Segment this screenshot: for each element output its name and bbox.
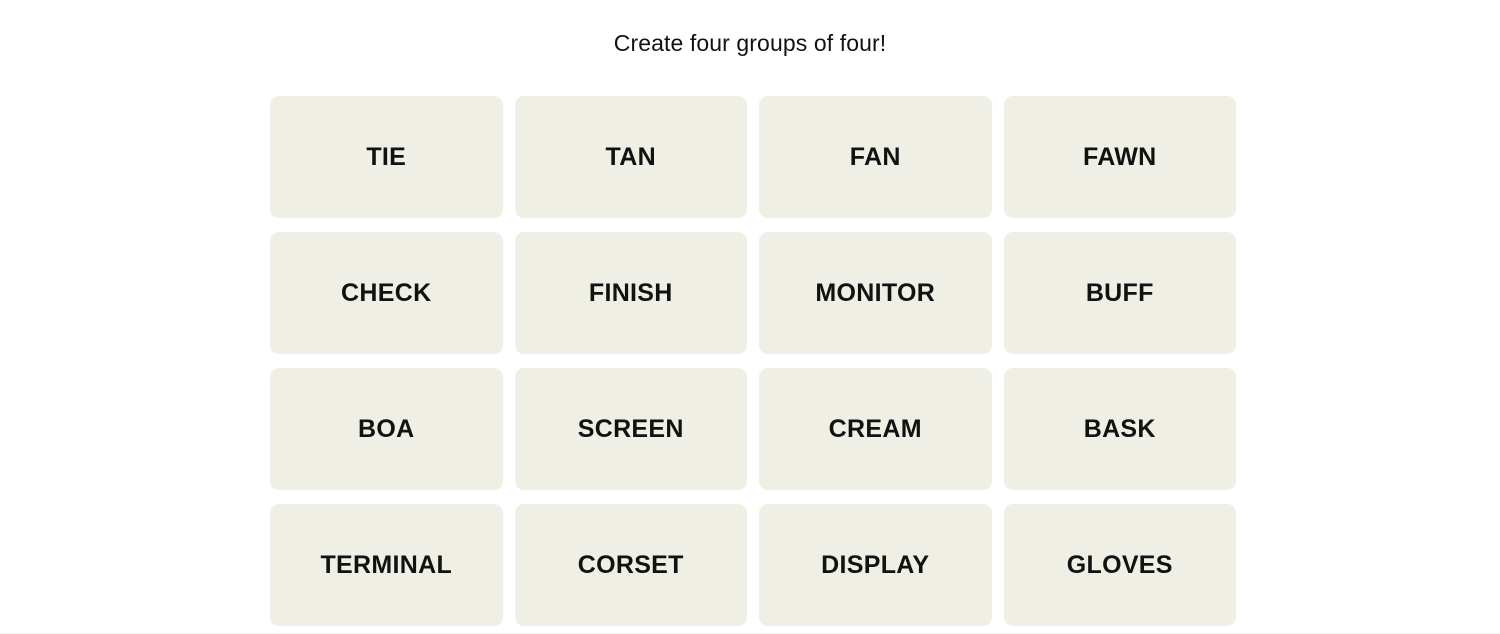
word-tile[interactable]: GLOVES — [1003, 504, 1236, 626]
word-tile-label: FAN — [849, 142, 901, 171]
word-tile[interactable]: TAN — [514, 96, 747, 218]
word-tile[interactable]: FINISH — [514, 232, 747, 354]
word-tile-label: MONITOR — [815, 278, 936, 307]
word-tile[interactable]: CHECK — [270, 232, 503, 354]
word-tile[interactable]: CREAM — [759, 368, 992, 490]
word-tile-label: BASK — [1083, 414, 1156, 443]
word-tile-label: BOA — [358, 414, 415, 443]
word-tile[interactable]: TIE — [270, 96, 503, 218]
word-tile[interactable]: BUFF — [1003, 232, 1236, 354]
word-tile-label: BUFF — [1085, 278, 1154, 307]
word-tile[interactable]: SCREEN — [514, 368, 747, 490]
word-tile[interactable]: MONITOR — [759, 232, 992, 354]
word-grid: TIE TAN FAN FAWN CHECK FINISH MONITOR BU… — [270, 96, 1236, 626]
word-tile-label: SCREEN — [577, 414, 684, 443]
word-tile[interactable]: DISPLAY — [759, 504, 992, 626]
word-tile[interactable]: CORSET — [514, 504, 747, 626]
word-tile-label: TAN — [605, 142, 656, 171]
word-tile[interactable]: TERMINAL — [270, 504, 503, 626]
connections-game: Create four groups of four! TIE TAN FAN … — [0, 0, 1500, 634]
word-tile-label: CREAM — [828, 414, 922, 443]
word-tile-label: GLOVES — [1066, 550, 1173, 579]
word-tile-label: CHECK — [341, 278, 432, 307]
word-tile-label: DISPLAY — [821, 550, 930, 579]
word-tile-label: TERMINAL — [320, 550, 453, 579]
word-tile-label: FAWN — [1083, 142, 1157, 171]
instruction-text: Create four groups of four! — [613, 30, 887, 56]
word-tile-label: FINISH — [588, 278, 673, 307]
word-tile[interactable]: FAWN — [1003, 96, 1236, 218]
word-tile-label: TIE — [366, 142, 407, 171]
word-tile[interactable]: FAN — [759, 96, 992, 218]
word-tile[interactable]: BOA — [270, 368, 503, 490]
word-tile[interactable]: BASK — [1003, 368, 1236, 490]
word-tile-label: CORSET — [577, 550, 684, 579]
